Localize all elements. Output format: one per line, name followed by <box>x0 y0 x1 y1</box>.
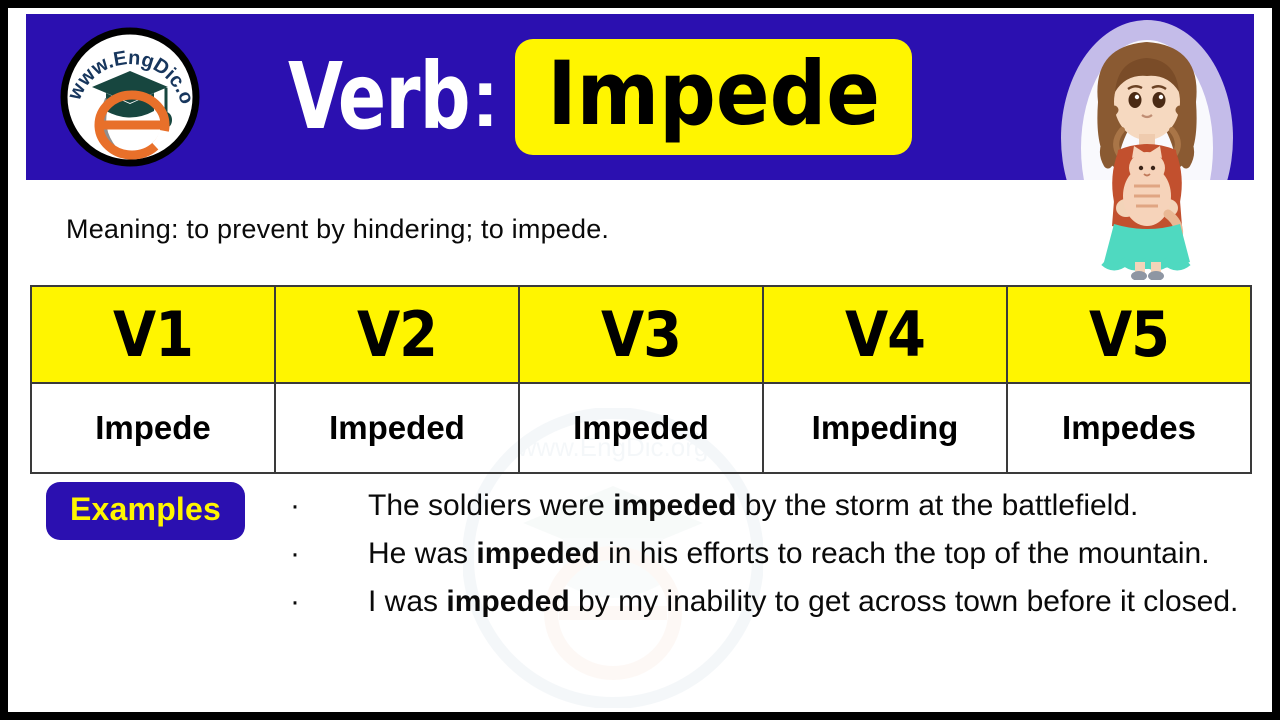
example-keyword: impeded <box>476 537 600 570</box>
verb-form-v5: Impedes <box>1006 382 1252 474</box>
list-item: · I was impeded by my inability to get ac… <box>290 578 1258 626</box>
bullet-icon: · <box>290 489 300 522</box>
worksheet-sheet: www.EngDic.org www.EngDic.org <box>8 8 1272 712</box>
examples-list: · The soldiers were impeded by the storm … <box>290 482 1258 626</box>
list-item: · He was impeded in his efforts to reach … <box>290 530 1258 578</box>
page-title-label: Verb <box>288 43 471 150</box>
example-text-after: by the storm at the battlefield. <box>736 489 1139 522</box>
examples-badge: Examples <box>46 482 246 540</box>
verb-form-v3: Impeded <box>518 382 764 474</box>
example-keyword: impeded <box>613 489 737 522</box>
column-header-v5: V5 <box>1006 285 1252 384</box>
column-header-v3: V3 <box>518 285 764 384</box>
meaning-text: Meaning: to prevent by hindering; to imp… <box>66 214 610 244</box>
verb-forms-table: V1 V2 V3 V4 V5 Impede Impeded Impeded Im… <box>30 285 1252 474</box>
verb-form-v4: Impeding <box>762 382 1008 474</box>
verb-form-v2: Impeded <box>274 382 520 474</box>
title-separator: : <box>471 50 500 144</box>
engdic-logo[interactable]: www.EngDic.org <box>60 27 200 167</box>
column-header-v4: V4 <box>762 285 1008 384</box>
example-text-before: The soldiers were <box>368 489 614 522</box>
header-title: Verb : Impede <box>288 14 912 180</box>
example-text-before: He was <box>368 537 477 570</box>
list-item: · The soldiers were impeded by the storm … <box>290 482 1258 530</box>
girl-holding-cat-illustration <box>1061 20 1233 280</box>
example-text-before: I was <box>368 585 447 618</box>
example-text-after: in his efforts to reach the top of the m… <box>599 537 1210 570</box>
worksheet-page: www.EngDic.org www.EngDic.org <box>0 0 1280 720</box>
column-header-v2: V2 <box>274 285 520 384</box>
bullet-icon: · <box>290 537 300 570</box>
example-text-after: by my inability to get across town befor… <box>569 585 1239 618</box>
bullet-icon: · <box>290 585 300 618</box>
headword-badge: Impede <box>515 38 912 156</box>
table-row: Impede Impeded Impeded Impeding Impedes <box>30 382 1252 474</box>
table-header-row: V1 V2 V3 V4 V5 <box>30 285 1252 384</box>
column-header-v1: V1 <box>30 285 276 384</box>
verb-form-v1: Impede <box>30 382 276 474</box>
example-keyword: impeded <box>446 585 570 618</box>
